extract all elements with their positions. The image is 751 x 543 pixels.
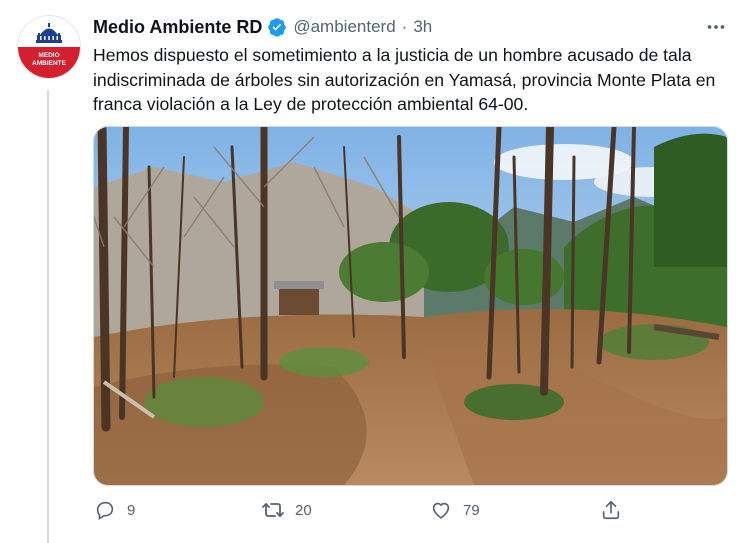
tweet-actions-bar: 9 20 79 [93,496,723,524]
tweet-timestamp[interactable]: 3h [413,17,432,37]
separator-dot: · [401,17,408,36]
user-handle[interactable]: @ambienterd [293,17,395,37]
verified-badge-icon [267,17,287,37]
avatar-text-line2: AMBIENTE [32,60,67,67]
more-horizontal-icon[interactable] [701,14,731,40]
like-button[interactable]: 79 [429,496,480,524]
like-count: 79 [463,501,480,519]
medio-ambiente-logo: MEDIO AMBIENTE [18,16,80,78]
heart-icon [429,498,453,522]
reply-button[interactable]: 9 [93,496,135,524]
tweet-photo[interactable] [93,126,728,486]
display-name[interactable]: Medio Ambiente RD [93,17,262,38]
avatar[interactable]: MEDIO AMBIENTE [17,15,81,79]
retweet-count: 20 [295,501,312,519]
share-icon [599,498,623,522]
tweet-text: Hemos dispuesto el sometimiento a la jus… [93,45,716,114]
avatar-text-line1: MEDIO [38,52,59,59]
retweet-button[interactable]: 20 [261,496,312,524]
deforested-hillside-photo [94,127,727,485]
share-button[interactable] [599,496,623,524]
tweet-header: Medio Ambiente RD @ambienterd · 3h [93,14,731,40]
reply-icon [93,498,117,522]
reply-count: 9 [127,501,136,519]
thread-connector-line [47,90,49,543]
retweet-icon [261,498,285,522]
